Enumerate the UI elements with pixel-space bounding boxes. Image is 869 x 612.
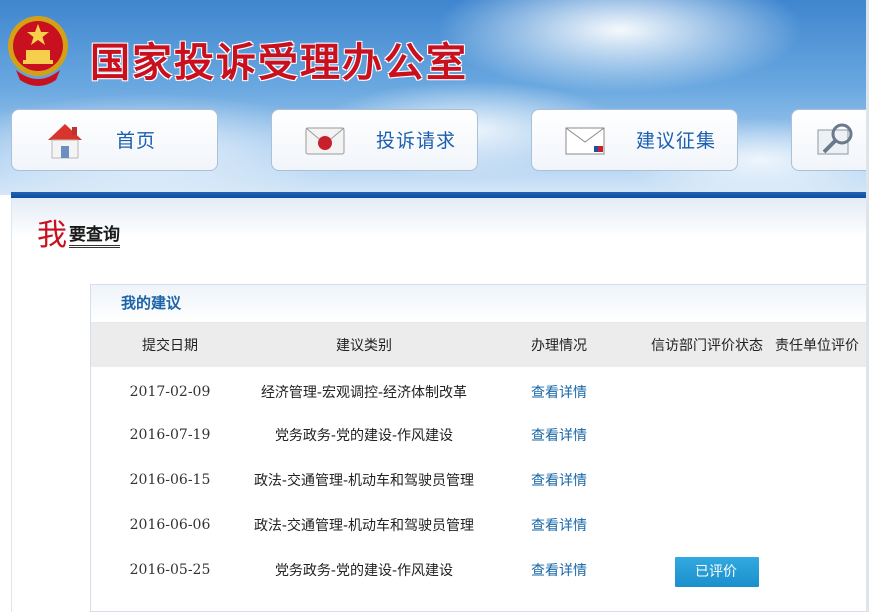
rated-button-label: 已评价 [695,563,737,580]
row-date: 2017-02-09 [129,383,211,400]
row-dept-eval [639,412,775,457]
my-suggestions-panel: 我的建议 提交日期 建议类别 办理情况 信访部门评价状态 责任单位评价 2017… [90,284,869,612]
rated-button[interactable]: 已评价 [675,556,759,587]
envelope-icon [565,127,605,155]
nav-home-label: 首页 [116,130,157,152]
national-emblem-icon [8,16,68,86]
row-date: 2016-06-06 [129,516,211,533]
view-details-link[interactable]: 查看详情 [531,385,587,401]
column-header-unit-eval: 责任单位评价 [775,338,859,354]
row-category: 经济管理-宏观调控-经济体制改革 [260,384,468,401]
row-unit-eval [775,547,869,592]
house-icon [48,124,82,159]
table-row: 2017-02-09 经济管理-宏观调控-经济体制改革 查看详情 [91,367,869,412]
table-header-row: 提交日期 建议类别 办理情况 信访部门评价状态 责任单位评价 [91,323,869,367]
query-title: 我 要查询 [37,210,120,254]
panel-title: 我的建议 [91,285,869,323]
row-category: 政法-交通管理-机动车和驾驶员管理 [253,517,475,534]
view-details-link[interactable]: 查看详情 [531,473,587,489]
query-title-big-char: 我 [37,218,67,253]
site-title: 国家投诉受理办公室 [90,39,468,86]
view-details-link[interactable]: 查看详情 [531,563,587,579]
table-row: 2016-07-19 党务政务-党的建设-作风建设 查看详情 [91,412,869,457]
row-category: 党务政务-党的建设-作风建设 [274,562,454,579]
column-header-status: 办理情况 [531,338,587,354]
row-dept-eval [639,502,775,547]
table-row: 2016-06-15 政法-交通管理-机动车和驾驶员管理 查看详情 [91,457,869,502]
suggestions-table: 提交日期 建议类别 办理情况 信访部门评价状态 责任单位评价 2017-02-0… [91,323,869,592]
row-unit-eval [775,502,869,547]
header-banner: 国家投诉受理办公室 首页 投诉请求 建议征集 [0,0,869,195]
sealed-envelope-icon [305,127,345,155]
nav-query-button[interactable] [791,109,869,171]
row-unit-eval [775,367,869,412]
column-header-category: 建议类别 [336,338,392,354]
column-header-date: 提交日期 [142,338,198,354]
column-header-dept-eval: 信访部门评价状态 [651,338,763,354]
row-date: 2016-06-15 [129,471,211,488]
row-category: 党务政务-党的建设-作风建设 [274,427,454,444]
view-details-link[interactable]: 查看详情 [531,518,587,534]
view-details-link[interactable]: 查看详情 [531,428,587,444]
table-row: 2016-06-06 政法-交通管理-机动车和驾驶员管理 查看详情 [91,502,869,547]
nav-home-button[interactable]: 首页 [11,109,218,171]
nav-suggestion-button[interactable]: 建议征集 [531,109,738,171]
row-category: 政法-交通管理-机动车和驾驶员管理 [253,472,475,489]
nav-suggestion-label: 建议征集 [636,130,717,152]
query-title-rest: 要查询 [69,220,120,248]
table-row: 2016-05-25 党务政务-党的建设-作风建设 查看详情 已评价 [91,547,869,592]
nav-complaint-label: 投诉请求 [376,130,457,152]
row-date: 2016-05-25 [129,561,211,578]
row-date: 2016-07-19 [129,426,211,443]
row-dept-eval [639,457,775,502]
row-unit-eval [775,457,869,502]
nav-complaint-button[interactable]: 投诉请求 [271,109,478,171]
row-dept-eval [639,367,775,412]
row-dept-eval: 已评价 [639,547,775,592]
magnifier-document-icon [817,123,853,155]
row-unit-eval [775,412,869,457]
